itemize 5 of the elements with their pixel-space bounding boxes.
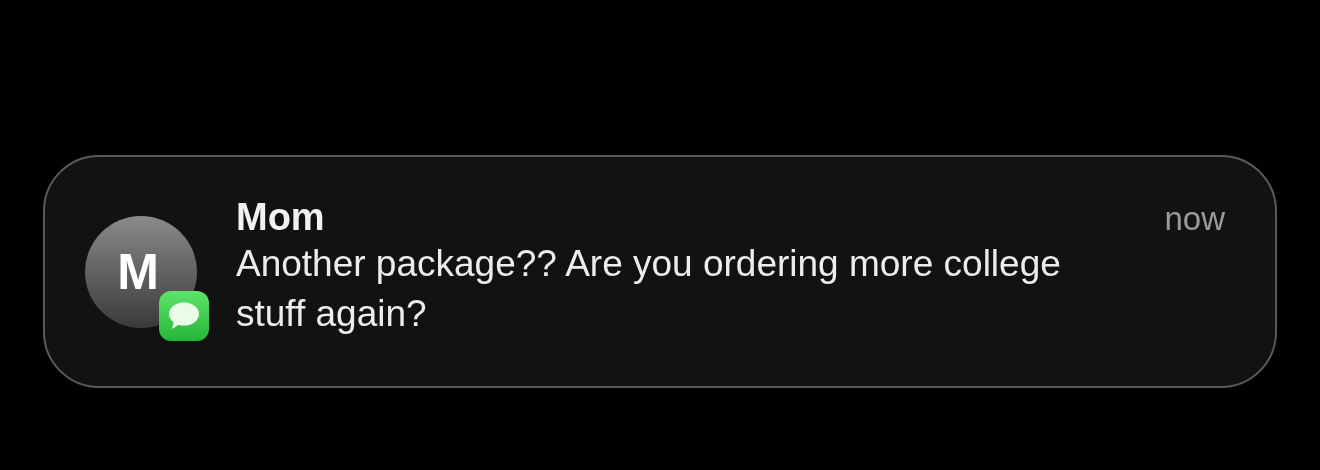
timestamp: now: [1164, 200, 1225, 238]
sender-name: Mom: [236, 195, 325, 239]
notification-card[interactable]: M Mom now Another package?? Are you ordering more college stuff again?: [43, 155, 1277, 388]
message-text: Another package?? Are you ordering more college stuff again?: [236, 242, 1062, 336]
messages-app-icon: [159, 291, 209, 341]
